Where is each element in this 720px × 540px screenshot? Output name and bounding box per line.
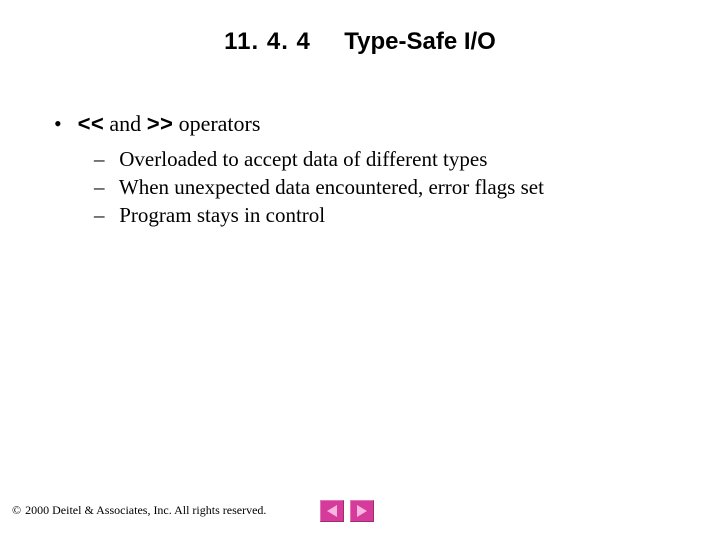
title-number: 11. 4. 4 <box>224 28 311 55</box>
triangle-left-icon <box>327 505 337 517</box>
slide-body: • << and >> operators – Overloaded to ac… <box>54 110 674 230</box>
dash-marker: – <box>94 146 114 172</box>
bullet-tail: operators <box>173 111 260 136</box>
slide: 11. 4. 4 Type-Safe I/O • << and >> opera… <box>0 0 720 540</box>
operator-right: >> <box>147 113 173 138</box>
bullet-operators: • << and >> operators <box>54 110 674 140</box>
sub-text: When unexpected data encountered, error … <box>119 175 544 199</box>
triangle-right-icon <box>357 505 367 517</box>
bullet-conj: and <box>104 111 147 136</box>
sub-text: Overloaded to accept data of different t… <box>119 147 487 171</box>
prev-button[interactable] <box>320 500 344 522</box>
copyright-icon: © <box>12 503 21 518</box>
sub-text: Program stays in control <box>119 203 325 227</box>
bullet-marker: • <box>54 110 72 138</box>
footer-copyright: © 2000 Deitel & Associates, Inc. All rig… <box>12 503 266 518</box>
operator-left: << <box>78 113 104 138</box>
slide-title: 11. 4. 4 Type-Safe I/O <box>0 28 720 56</box>
nav-controls <box>320 500 374 522</box>
dash-marker: – <box>94 174 114 200</box>
dash-marker: – <box>94 202 114 228</box>
sub-bullet: – Program stays in control <box>94 202 674 228</box>
next-button[interactable] <box>350 500 374 522</box>
copyright-text: 2000 Deitel & Associates, Inc. All right… <box>25 503 266 518</box>
sub-bullet: – When unexpected data encountered, erro… <box>94 174 674 200</box>
sub-bullet: – Overloaded to accept data of different… <box>94 146 674 172</box>
title-text: Type-Safe I/O <box>344 28 496 55</box>
